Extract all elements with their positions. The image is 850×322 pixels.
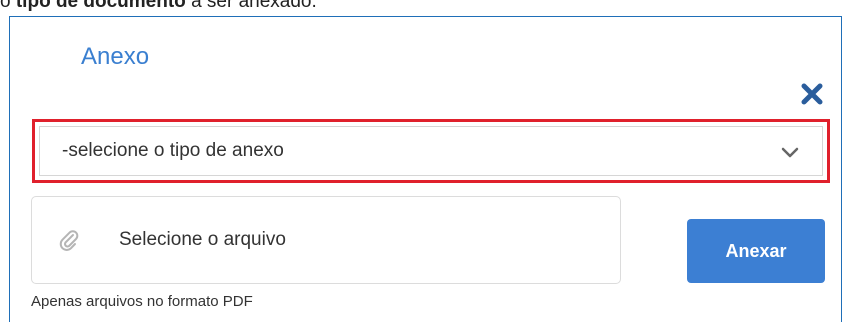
instruction-caption: o tipo de documento a ser anexado. — [0, 0, 317, 13]
file-picker[interactable]: Selecione o arquivo — [31, 196, 621, 284]
file-format-hint: Apenas arquivos no formato PDF — [31, 293, 253, 310]
chevron-down-icon — [780, 146, 800, 160]
file-picker-label: Selecione o arquivo — [119, 229, 286, 250]
paperclip-icon — [58, 229, 80, 251]
dialog-title: Anexo — [81, 43, 150, 70]
page: o tipo de documento a ser anexado. Anexo… — [0, 0, 850, 322]
caption-suffix: a ser anexado. — [185, 0, 317, 12]
attachment-dialog: Anexo -selecione o tipo de anexo Selecio… — [9, 16, 842, 322]
attachment-type-select[interactable]: -selecione o tipo de anexo — [39, 126, 823, 176]
close-icon[interactable] — [799, 81, 825, 107]
caption-prefix: o — [0, 0, 16, 12]
attach-button[interactable]: Anexar — [687, 219, 825, 283]
caption-bold: tipo de documento — [15, 0, 186, 12]
attachment-type-selected-value: -selecione o tipo de anexo — [62, 140, 284, 161]
attachment-type-highlight: -selecione o tipo de anexo — [32, 119, 830, 183]
